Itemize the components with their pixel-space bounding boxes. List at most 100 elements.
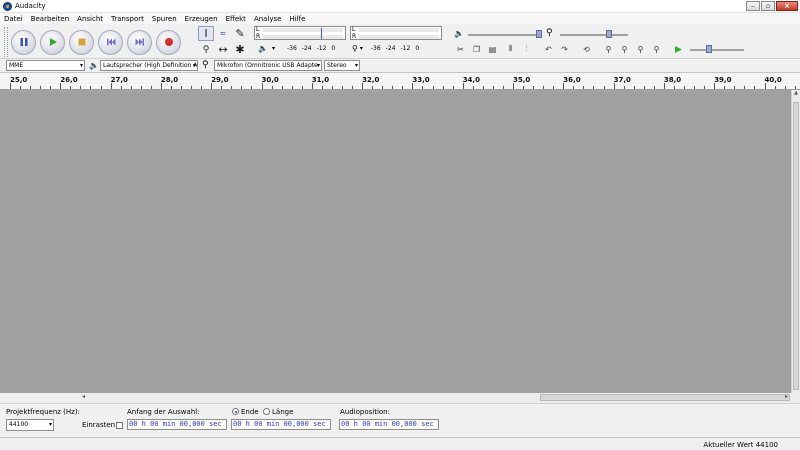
playback-meter[interactable]: L R (254, 26, 346, 40)
sync-lock-button[interactable]: ⟲ (580, 43, 593, 55)
horizontal-scrollbar[interactable]: ◂ ▸ (80, 393, 800, 402)
fit-selection-button[interactable]: ⚲ (634, 43, 647, 55)
menu-bearbeiten[interactable]: Bearbeiten (31, 15, 69, 23)
ruler-tick (633, 86, 635, 89)
ruler-tick-label: 36,0 (563, 76, 581, 84)
menu-erzeugen[interactable]: Erzeugen (185, 15, 218, 23)
ruler-tick (623, 86, 625, 89)
end-label: Ende (241, 408, 259, 416)
i-beam-icon: I (204, 27, 208, 40)
audacity-logo-icon (3, 1, 12, 11)
ruler-tick (734, 86, 736, 89)
record-db-scale: ⚲ ▾ -36 -24 -12 0 (352, 44, 424, 53)
zoom-in-button[interactable]: ⚲ (602, 43, 615, 55)
ruler-tick (583, 86, 585, 89)
speaker-icon: 🔈 (89, 61, 99, 70)
selection-end-value: 00 h 00 min 00,000 sec (233, 420, 326, 428)
record-device-select[interactable]: Mikrofon (Omnitronic USB Adapte ▾ (214, 60, 322, 71)
paste-button[interactable]: ▤ (486, 43, 499, 55)
project-rate-label: Projektfrequenz (Hz): (6, 408, 80, 416)
undo-button[interactable]: ↶ (542, 43, 555, 55)
audio-position-time[interactable]: 00 h 00 min 00,000 sec (339, 419, 439, 430)
audio-host-select[interactable]: MME ▾ (6, 60, 85, 71)
pause-icon (20, 38, 27, 46)
record-meter[interactable]: L R (350, 26, 442, 40)
menu-ansicht[interactable]: Ansicht (77, 15, 103, 23)
length-radio[interactable] (263, 408, 270, 415)
play-at-speed-button[interactable] (672, 43, 685, 55)
project-rate-select[interactable]: 44100 ▾ (6, 419, 54, 431)
dropdown-arrow-icon[interactable]: ▾ (272, 45, 275, 52)
menu-analyse[interactable]: Analyse (254, 15, 282, 23)
time-shift-tool[interactable]: ↔ (215, 42, 231, 57)
trim-button[interactable]: ⫴ (504, 43, 517, 55)
end-radio[interactable] (232, 408, 239, 415)
ruler-tick (482, 86, 484, 89)
snap-checkbox[interactable] (116, 422, 123, 429)
scroll-left-icon[interactable]: ◂ (82, 393, 85, 400)
menu-transport[interactable]: Transport (111, 15, 144, 23)
play-speed-slider[interactable] (690, 49, 744, 51)
channels-select[interactable]: Stereo ▾ (324, 60, 360, 71)
dropdown-arrow-icon[interactable]: ▾ (360, 45, 363, 52)
menu-datei[interactable]: Datei (4, 15, 23, 23)
zoom-out-button[interactable]: ⚲ (618, 43, 631, 55)
silence-button[interactable]: ⫶ (520, 43, 533, 55)
envelope-tool[interactable]: ≈ (215, 26, 231, 41)
menu-spuren[interactable]: Spuren (152, 15, 177, 23)
selection-end-time[interactable]: 00 h 00 min 00,000 sec (231, 419, 331, 430)
selection-tool[interactable]: I (198, 26, 214, 41)
window-controls: – ▫ × (745, 1, 798, 11)
pause-button[interactable] (11, 29, 36, 55)
play-speed-thumb[interactable] (706, 45, 712, 53)
db-tick: -24 (385, 45, 396, 52)
horizontal-scroll-thumb[interactable] (540, 394, 790, 401)
selection-start-time[interactable]: 00 h 00 min 00,000 sec (127, 419, 227, 430)
ruler-tick (754, 86, 756, 89)
menu-bar: Datei Bearbeiten Ansicht Transport Spure… (0, 13, 800, 24)
microphone-icon: ⚲ (546, 28, 553, 38)
skip-to-end-button[interactable] (127, 29, 152, 55)
ruler-tick (412, 83, 414, 89)
playback-volume-thumb[interactable] (536, 30, 542, 38)
record-volume-slider[interactable] (560, 34, 628, 36)
audio-host-value: MME (9, 62, 24, 69)
track-panel[interactable] (0, 90, 791, 393)
multi-tool[interactable]: ✱ (232, 42, 248, 57)
vertical-scrollbar[interactable]: ▲ (791, 90, 800, 393)
draw-tool[interactable]: ✎ (232, 26, 248, 41)
playback-meter-cursor (321, 28, 322, 39)
dropdown-arrow-icon: ▾ (316, 62, 320, 69)
ruler-tick (301, 86, 303, 89)
timeline-ruler[interactable]: 25,0 26,0 27,0 28,0 29,0 30,0 31,0 32,0 33,0 34,0… (0, 73, 800, 90)
menu-effekt[interactable]: Effekt (226, 15, 246, 23)
ruler-tick-label: 26,0 (60, 76, 78, 84)
redo-button[interactable]: ↷ (558, 43, 571, 55)
scroll-right-icon[interactable]: ▸ (785, 393, 788, 400)
record-volume-thumb[interactable] (606, 30, 612, 38)
menu-hilfe[interactable]: Hilfe (290, 15, 306, 23)
tools-toolbar: I ≈ ✎ ⚲ ↔ ✱ (198, 26, 250, 57)
skip-to-start-button[interactable] (98, 29, 123, 55)
toolbar-grip[interactable] (4, 27, 8, 57)
ruler-tick (462, 83, 464, 89)
zoom-tool[interactable]: ⚲ (198, 42, 214, 57)
vertical-scroll-thumb[interactable] (793, 102, 799, 390)
playback-volume-slider[interactable] (468, 34, 540, 36)
scroll-up-icon[interactable]: ▲ (792, 90, 800, 96)
ruler-tick (764, 83, 766, 89)
db-tick: -24 (301, 45, 312, 52)
close-button[interactable]: × (776, 1, 798, 11)
record-button[interactable] (156, 29, 181, 55)
meter-bar-l (263, 28, 343, 32)
play-button[interactable] (40, 29, 65, 55)
copy-button[interactable]: ❐ (470, 43, 483, 55)
playback-device-select[interactable]: Lautsprecher (High Definition A ▾ (100, 60, 198, 71)
fit-selection-icon: ⚲ (637, 44, 644, 54)
stop-button[interactable] (69, 29, 94, 55)
fit-project-button[interactable]: ⚲ (650, 43, 663, 55)
minimize-button[interactable]: – (746, 1, 760, 11)
maximize-button[interactable]: ▫ (761, 1, 775, 11)
cut-button[interactable]: ✂ (454, 43, 467, 55)
ruler-tick (281, 86, 283, 89)
